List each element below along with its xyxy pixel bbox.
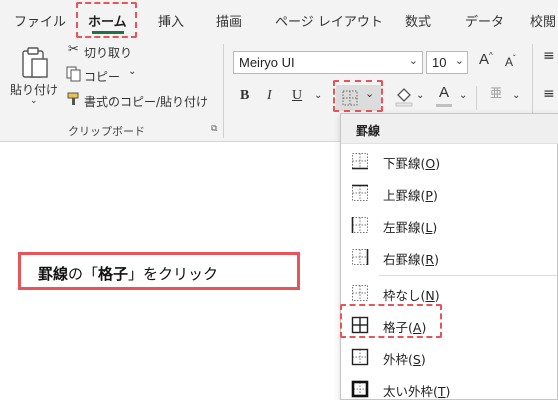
tab-file[interactable]: ファイル — [14, 11, 66, 30]
instruction-text-part: 」をクリック — [128, 265, 219, 283]
no-border-icon — [352, 285, 368, 301]
menu-separator — [379, 275, 557, 276]
instruction-text: 罫線の「格子」をクリック — [38, 263, 218, 284]
instruction-text-part: の「 — [68, 265, 99, 283]
chevron-down-icon[interactable]: ⌄ — [459, 90, 467, 101]
font-name-value: Meiryo UI — [239, 55, 295, 70]
home-tab-highlight — [76, 2, 137, 38]
thick-box-border-icon — [351, 380, 369, 398]
tab-page-layout[interactable]: ページ レイアウト — [275, 11, 383, 30]
chevron-down-icon: ⌄ — [408, 55, 418, 67]
menu-header-label: 罫線 — [356, 124, 381, 138]
italic-button[interactable]: I — [267, 88, 272, 104]
chevron-down-icon: ⌄ — [454, 55, 464, 67]
align-icon[interactable]: ≡ — [543, 86, 555, 102]
increase-font-size-button[interactable]: A^ — [479, 51, 493, 68]
dialog-launcher-icon[interactable]: ⧉ — [211, 124, 217, 134]
chevron-down-icon[interactable]: ⌄ — [314, 90, 322, 101]
copy-icon[interactable] — [66, 66, 82, 82]
font-size-value: 10 — [432, 55, 447, 70]
paste-dropdown-icon[interactable]: ⌄ — [30, 96, 38, 106]
group-separator — [223, 44, 224, 138]
menu-item-left-border[interactable]: 左罫線(L) — [341, 209, 558, 241]
menu-item-label: 左罫線(L) — [383, 220, 438, 235]
menu-item-label: 下罫線(O) — [383, 156, 441, 171]
font-color-swatch — [436, 104, 452, 107]
instruction-callout: 罫線の「格子」をクリック — [18, 252, 300, 290]
menu-item-bottom-border[interactable]: 下罫線(O) — [341, 145, 558, 177]
menu-item-label: 外枠(S) — [383, 352, 426, 367]
menu-item-right-border[interactable]: 右罫線(R) — [341, 241, 558, 273]
cut-label[interactable]: 切り取り — [84, 44, 132, 61]
tab-draw[interactable]: 描画 — [216, 11, 242, 30]
border-top-icon — [352, 184, 368, 201]
font-name-select[interactable]: Meiryo UI ⌄ — [233, 51, 423, 74]
increase-font-label: A — [479, 51, 490, 68]
clipboard-group-label: クリップボード — [68, 125, 145, 138]
chevron-down-icon[interactable]: ⌄ — [416, 90, 424, 101]
copy-label[interactable]: コピー — [84, 68, 120, 85]
fill-color-icon[interactable] — [394, 85, 414, 107]
align-icon[interactable]: ≡ — [543, 48, 555, 64]
menu-item-outside-borders[interactable]: 外枠(S) — [341, 341, 558, 373]
decrease-font-size-button[interactable]: Aˇ — [505, 54, 516, 69]
tab-review[interactable]: 校閲 — [530, 11, 556, 30]
border-bottom-icon — [352, 153, 368, 170]
menu-item-label: 右罫線(R) — [383, 252, 439, 267]
outside-borders-icon — [351, 348, 369, 366]
menu-item-thick-box-border[interactable]: 太い外枠(T) — [341, 373, 558, 400]
border-right-icon — [352, 249, 369, 265]
font-size-select[interactable]: 10 ⌄ — [426, 51, 468, 74]
instruction-keyword-borders: 罫線 — [38, 265, 69, 283]
chevron-down-icon[interactable]: ⌄ — [512, 90, 520, 101]
phonetic-icon[interactable]: 亜 — [490, 84, 502, 101]
separator — [476, 86, 477, 110]
format-painter-icon[interactable] — [66, 91, 82, 107]
tab-formulas[interactable]: 数式 — [405, 11, 431, 30]
all-borders-highlight — [340, 304, 442, 338]
menu-item-top-border[interactable]: 上罫線(P) — [341, 177, 558, 209]
instruction-keyword-all-borders: 格子 — [98, 265, 129, 283]
format-painter-label[interactable]: 書式のコピー/貼り付け — [84, 93, 208, 110]
menu-header: 罫線 — [341, 114, 558, 144]
scissors-icon[interactable]: ✂ — [68, 42, 79, 57]
menu-item-label: 枠なし(N) — [383, 288, 440, 303]
font-color-button[interactable]: A — [439, 84, 449, 101]
bold-button[interactable]: B — [240, 88, 249, 104]
menu-item-label: 太い外枠(T) — [383, 384, 451, 399]
tab-insert[interactable]: 挿入 — [158, 11, 184, 30]
borders-button-highlight — [333, 80, 383, 112]
menu-item-label: 上罫線(P) — [383, 188, 438, 203]
decrease-font-label: A — [505, 55, 514, 69]
underline-button[interactable]: U — [292, 88, 302, 104]
paste-icon[interactable] — [20, 46, 50, 80]
borders-dropdown-menu: 罫線 下罫線(O) 上罫線(P) 左罫線(L) 右罫線(R) 枠なし(N) 格子… — [340, 113, 558, 400]
border-left-icon — [351, 217, 368, 233]
tab-data[interactable]: データ — [465, 11, 504, 30]
copy-dropdown-icon[interactable]: ⌄ — [128, 66, 136, 77]
